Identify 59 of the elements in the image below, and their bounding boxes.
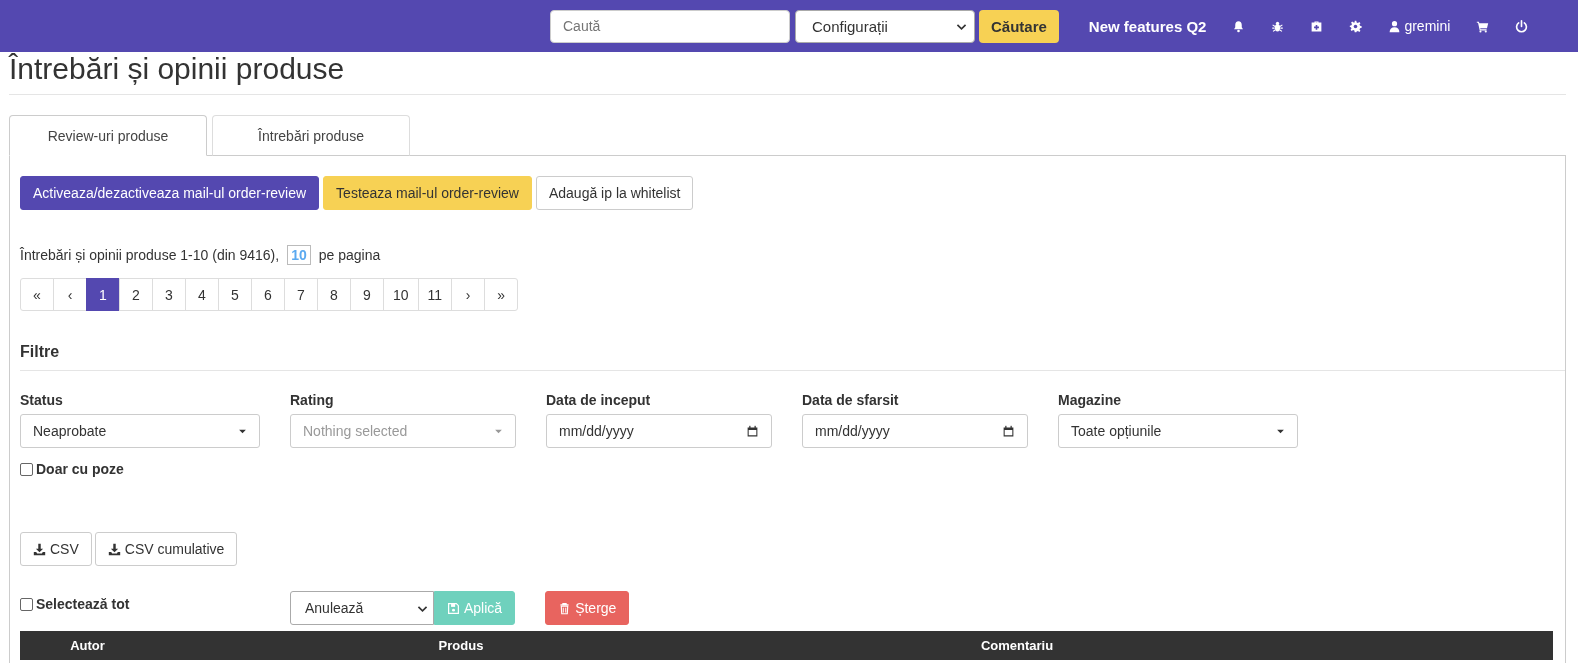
page-link[interactable]: 1 [86, 278, 120, 311]
page-link[interactable]: 6 [251, 278, 285, 311]
field-label: Status [20, 392, 64, 408]
action-dropdown[interactable]: Anulează [290, 591, 434, 625]
dropdown[interactable]: Toate opțiunile [1058, 414, 1298, 448]
export-button[interactable]: CSV cumulative [94, 532, 238, 566]
tab[interactable]: Review-uri produse [9, 115, 207, 156]
column-header: Autor [69, 638, 106, 653]
action-button[interactable]: Activeaza/dezactiveaza mail-ul order-review [20, 176, 320, 210]
results-summary: Întrebări și opinii produse 1-10 (din 9416), [20, 247, 280, 263]
calendar-icon [746, 424, 759, 438]
page-link[interactable]: 9 [350, 278, 384, 311]
checkbox-label: Doar cu poze [36, 461, 124, 477]
column-header: Comentariu [979, 638, 1055, 653]
dropdown[interactable]: Neaprobate [20, 414, 260, 448]
date-field[interactable]: mm/dd/yyyy [802, 414, 1028, 448]
field-label: Data de inceput [546, 392, 652, 408]
column-header: Produs [437, 638, 485, 653]
page-link[interactable]: » [484, 278, 519, 311]
download-icon [33, 542, 46, 556]
features-link[interactable]: New features Q2 [1088, 17, 1207, 35]
page-link[interactable]: 7 [284, 278, 318, 311]
bug-icon[interactable] [1271, 19, 1285, 33]
calendar-icon [1002, 424, 1015, 438]
page-link[interactable]: 3 [152, 278, 186, 311]
page-link[interactable]: 4 [185, 278, 219, 311]
page-title: Întrebări și opinii produse [9, 54, 346, 84]
page-link[interactable]: › [451, 278, 486, 311]
action-button[interactable]: Testeaza mail-ul order-review [323, 176, 532, 210]
download-icon [107, 542, 121, 556]
search-field[interactable]: Caută [550, 9, 790, 43]
medkit-icon[interactable] [1310, 19, 1324, 33]
page-link[interactable]: 5 [218, 278, 252, 311]
search-button[interactable]: Căutare [979, 9, 1059, 43]
checkbox[interactable] [20, 462, 33, 476]
page-link[interactable]: 2 [119, 278, 153, 311]
field-label: Magazine [1058, 392, 1122, 408]
checkbox[interactable] [20, 597, 33, 611]
power-icon[interactable] [1515, 19, 1529, 33]
checkbox-label: Selectează tot [36, 596, 130, 612]
user-menu[interactable]: gremini [1388, 18, 1451, 34]
per-page-label: pe pagina [318, 247, 381, 263]
save-icon [447, 601, 460, 615]
settings-icon[interactable] [1349, 19, 1363, 33]
page-link[interactable]: « [20, 278, 54, 311]
date-field[interactable]: mm/dd/yyyy [546, 414, 772, 448]
cart-icon[interactable] [1476, 19, 1490, 33]
action-button[interactable]: Adaugă ip la whitelist [535, 176, 694, 210]
page-link[interactable]: 8 [317, 278, 351, 311]
scope-dropdown[interactable]: Configurații [795, 9, 975, 43]
field-label: Rating [290, 392, 335, 408]
page-link[interactable]: 11 [417, 278, 453, 311]
trash-icon [558, 601, 572, 615]
user-icon [1388, 19, 1402, 33]
page-link[interactable]: 10 [383, 278, 419, 311]
tab[interactable]: Întrebări produse [212, 115, 410, 156]
export-button[interactable]: CSV [20, 532, 92, 566]
filters-heading: Filtre [20, 343, 61, 361]
field-label: Data de sfarsit [802, 392, 900, 408]
